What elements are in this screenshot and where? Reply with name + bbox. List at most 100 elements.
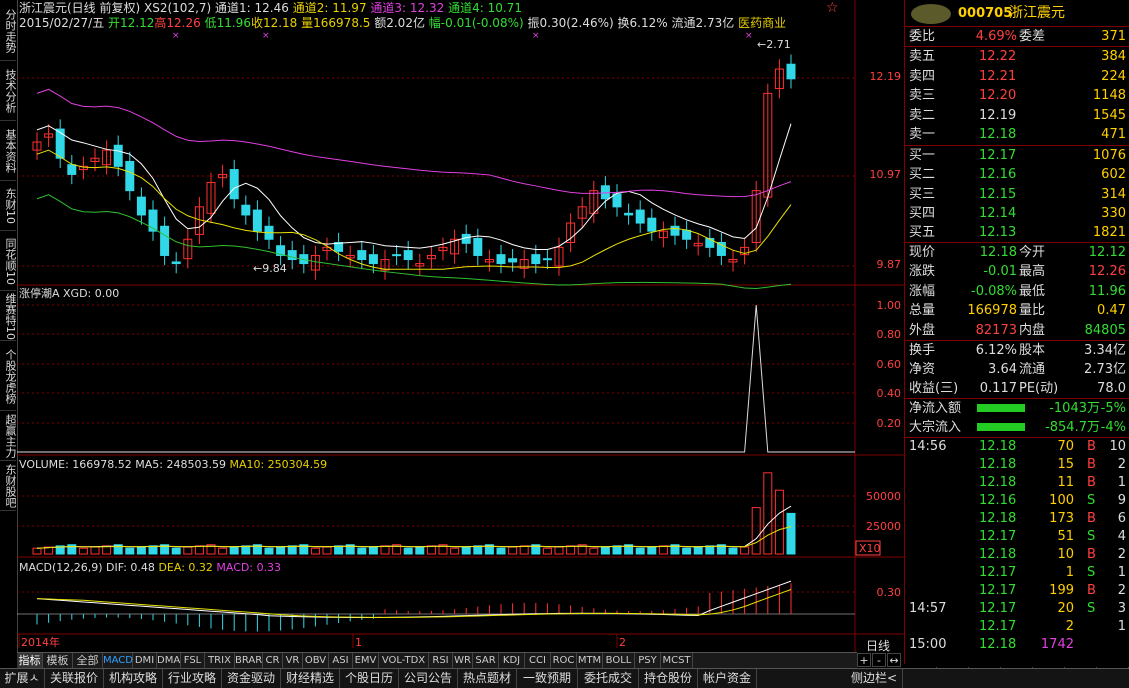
volume-bar — [589, 547, 599, 555]
stat-label: 量比 — [1019, 303, 1046, 319]
indicator-tab-17[interactable]: SAR — [473, 653, 499, 669]
tick-row: 12.17 51 S 4 — [905, 528, 1129, 546]
ask-label: 卖三 — [909, 88, 936, 103]
tick-volume: 11 — [1057, 475, 1074, 490]
nav-tab-0[interactable]: 分时走势 — [0, 2, 17, 61]
volume-bar — [276, 546, 286, 555]
period-label[interactable]: 日线 — [866, 637, 890, 654]
tick-side: B — [1087, 547, 1096, 562]
indicator-tab-1[interactable]: 模板 — [43, 653, 73, 669]
stat-row: 总量 166978 量比 0.47 — [905, 301, 1129, 320]
bid-volume: 314 — [1101, 186, 1126, 202]
indicator-tab-5[interactable]: DMA — [157, 653, 181, 669]
stat-row: 现价 12.18 今开 12.12 — [905, 243, 1129, 262]
nav-tab-4[interactable]: 同花顺10 — [0, 232, 17, 291]
bottom-tab-1[interactable]: 关联报价 — [45, 669, 104, 688]
sidebar-toggle-button[interactable]: 侧边栏< — [846, 669, 903, 688]
nav-tab-1[interactable]: 技术分析 — [0, 62, 17, 121]
indicator-tab-20[interactable]: ROC — [551, 653, 577, 669]
bottom-tab-7[interactable]: 公司公告 — [399, 669, 458, 688]
bid-label: 买三 — [909, 186, 936, 202]
bid-row[interactable]: 买一 12.17 1076 — [905, 146, 1129, 165]
indicator-tab-15[interactable]: RSI — [429, 653, 453, 669]
volume-bar — [740, 546, 750, 555]
tick-count: 4 — [1117, 529, 1126, 544]
zoom-out-button[interactable]: - — [872, 653, 886, 667]
indicator-tab-14[interactable]: VOL-TDX — [379, 653, 429, 669]
indicator-tab-16[interactable]: WR — [453, 653, 473, 669]
bottom-tab-12[interactable]: 帐户资金 — [698, 669, 757, 688]
bid-volume: 1821 — [1092, 225, 1126, 241]
tick-volume: 1 — [1065, 565, 1074, 580]
indicator-tab-22[interactable]: BOLL — [603, 653, 635, 669]
candle-body — [171, 261, 181, 265]
bottom-tab-9[interactable]: 一致预期 — [517, 669, 578, 688]
ask-volume: 1148 — [1092, 88, 1126, 103]
nav-tab-8[interactable]: 东财股吧 — [0, 462, 17, 511]
ask-row[interactable]: 卖五 12.22 384 — [905, 47, 1129, 66]
quote-name: 浙江震元 — [1009, 5, 1065, 21]
stat-label: 外盘 — [909, 322, 936, 338]
indicator-tab-23[interactable]: PSY — [635, 653, 661, 669]
pan-button[interactable]: ↔ — [887, 653, 901, 667]
chart-area[interactable]: 12.19 10.97 9.87 1.00 0.80 0.60 0.40 0.20 50000 2… — [17, 0, 904, 652]
indicator-tab-9[interactable]: CR — [263, 653, 283, 669]
indicator-tab-19[interactable]: CCI — [525, 653, 551, 669]
bottom-tab-8[interactable]: 热点题材 — [458, 669, 517, 688]
ask-row[interactable]: 卖三 12.20 1148 — [905, 86, 1129, 105]
indicator-tab-6[interactable]: FSL — [181, 653, 205, 669]
indicator-tab-4[interactable]: DMI — [133, 653, 157, 669]
indicator-tab-7[interactable]: TRIX — [205, 653, 235, 669]
stat-label: 内盘 — [1019, 322, 1046, 338]
tick-volume: 70 — [1057, 439, 1074, 454]
indicator-tab-11[interactable]: OBV — [303, 653, 329, 669]
bid-price: 12.17 — [979, 148, 1017, 163]
candle-body — [403, 250, 413, 261]
bottom-tab-4[interactable]: 资金驱动 — [222, 669, 281, 688]
candle-body — [670, 225, 680, 236]
indicator-tab-13[interactable]: EMV — [353, 653, 379, 669]
bottom-tab-0[interactable]: 扩展ㅅ — [0, 669, 45, 688]
ask-row[interactable]: 卖四 12.21 224 — [905, 67, 1129, 86]
indicator-tab-3[interactable]: MACD — [103, 653, 133, 669]
bid-row[interactable]: 买五 12.13 1821 — [905, 223, 1129, 242]
nav-tab-5[interactable]: 维赛特10 — [0, 292, 17, 341]
bottom-tab-2[interactable]: 机构攻略 — [104, 669, 163, 688]
nav-tab-7[interactable]: 超赢主力 — [0, 412, 17, 461]
tick-count: 1 — [1117, 475, 1126, 490]
ask-row[interactable]: 卖二 12.19 1545 — [905, 106, 1129, 125]
bid-row[interactable]: 买三 12.15 314 — [905, 185, 1129, 204]
bid-row[interactable]: 买四 12.14 330 — [905, 204, 1129, 223]
indicator-tab-10[interactable]: VR — [283, 653, 303, 669]
indicator-tab-8[interactable]: BRAR — [235, 653, 263, 669]
fund-row: 净资 3.64 流通 2.73亿 — [905, 360, 1129, 379]
flow-row: 净流入额 -1043万 -5% — [905, 399, 1129, 418]
fund-value: 78.0 — [1097, 381, 1126, 396]
zoom-in-button[interactable]: + — [857, 653, 871, 667]
indicator-tab-0[interactable]: 指标 — [17, 653, 43, 669]
volume-bar — [682, 547, 692, 555]
volume-bar — [229, 546, 239, 555]
bottom-tab-11[interactable]: 持仓股份 — [639, 669, 698, 688]
tick-row: 12.17 2 1 — [905, 618, 1129, 636]
vol-axis-label: 50000 — [866, 490, 901, 503]
indicator-tab-2[interactable]: 全部 — [73, 653, 103, 669]
indicator-tab-24[interactable]: MCST — [661, 653, 693, 669]
nav-tab-3[interactable]: 东财10 — [0, 182, 17, 231]
bottom-tab-10[interactable]: 委托成交 — [578, 669, 639, 688]
bottom-tab-5[interactable]: 财经精选 — [281, 669, 340, 688]
ask-row[interactable]: 卖一 12.18 471 — [905, 125, 1129, 144]
bid-row[interactable]: 买二 12.16 602 — [905, 165, 1129, 184]
indicator-tab-12[interactable]: ASI — [329, 653, 353, 669]
bottom-tab-3[interactable]: 行业攻略 — [163, 669, 222, 688]
flow-row: 大宗流入 -854.7万 -4% — [905, 418, 1129, 437]
indicator-tab-21[interactable]: MTM — [577, 653, 603, 669]
indicator-tab-18[interactable]: KDJ — [499, 653, 525, 669]
volume-bar — [183, 546, 193, 555]
signal-marker: × — [262, 31, 270, 41]
nav-tab-6[interactable]: 个股龙虎榜 — [0, 342, 17, 411]
candle-body — [473, 237, 483, 256]
bottom-tab-6[interactable]: 个股日历 — [340, 669, 399, 688]
nav-tab-2[interactable]: 基本资料 — [0, 122, 17, 181]
logo-icon — [911, 4, 951, 24]
